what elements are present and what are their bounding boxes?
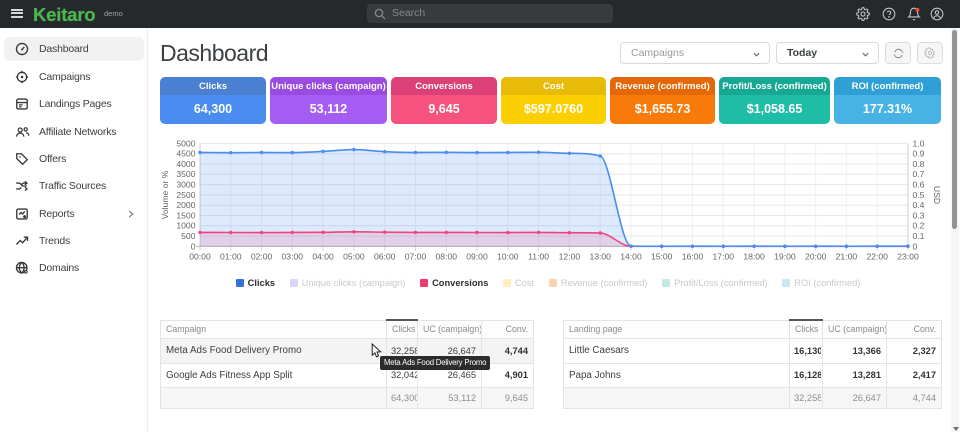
svg-text:0.6: 0.6: [913, 180, 925, 190]
svg-text:3000: 3000: [176, 180, 195, 190]
svg-text:04:00: 04:00: [312, 251, 334, 261]
svg-text:20:00: 20:00: [805, 251, 827, 261]
svg-text:14:00: 14:00: [620, 251, 642, 261]
svg-text:3500: 3500: [176, 169, 195, 179]
svg-text:10:00: 10:00: [497, 251, 519, 261]
svg-text:0: 0: [191, 241, 196, 251]
svg-text:2500: 2500: [176, 190, 195, 200]
svg-text:17:00: 17:00: [713, 251, 735, 261]
svg-text:03:00: 03:00: [282, 251, 304, 261]
svg-text:00:00: 00:00: [189, 251, 211, 261]
svg-text:01:00: 01:00: [220, 251, 242, 261]
svg-text:USD: USD: [932, 186, 942, 204]
svg-text:Volume or %: Volume or %: [160, 170, 170, 219]
svg-text:0.5: 0.5: [913, 190, 925, 200]
svg-text:11:00: 11:00: [528, 251, 549, 261]
svg-text:12:00: 12:00: [559, 251, 581, 261]
svg-text:0: 0: [913, 241, 918, 251]
svg-text:1.0: 1.0: [913, 138, 925, 148]
svg-text:0.1: 0.1: [913, 231, 925, 241]
svg-text:06:00: 06:00: [374, 251, 396, 261]
svg-text:21:00: 21:00: [836, 251, 858, 261]
svg-text:5000: 5000: [176, 138, 195, 148]
svg-text:05:00: 05:00: [343, 251, 365, 261]
svg-text:0.4: 0.4: [913, 200, 925, 210]
svg-text:19:00: 19:00: [774, 251, 796, 261]
svg-text:13:00: 13:00: [589, 251, 611, 261]
svg-text:4000: 4000: [176, 159, 195, 169]
svg-text:1500: 1500: [176, 210, 195, 220]
svg-text:2000: 2000: [176, 200, 195, 210]
svg-text:500: 500: [181, 231, 196, 241]
svg-text:22:00: 22:00: [866, 251, 888, 261]
svg-text:23:00: 23:00: [897, 251, 919, 261]
svg-text:07:00: 07:00: [405, 251, 427, 261]
svg-text:08:00: 08:00: [436, 251, 458, 261]
svg-text:15:00: 15:00: [651, 251, 673, 261]
svg-text:1000: 1000: [176, 221, 195, 231]
svg-text:09:00: 09:00: [466, 251, 488, 261]
svg-text:0.2: 0.2: [913, 221, 925, 231]
svg-text:02:00: 02:00: [251, 251, 273, 261]
svg-text:16:00: 16:00: [682, 251, 704, 261]
svg-text:4500: 4500: [176, 149, 195, 159]
svg-text:0.8: 0.8: [913, 159, 925, 169]
svg-text:0.9: 0.9: [913, 149, 925, 159]
svg-text:0.7: 0.7: [913, 169, 925, 179]
svg-text:0.3: 0.3: [913, 210, 925, 220]
svg-text:18:00: 18:00: [743, 251, 765, 261]
